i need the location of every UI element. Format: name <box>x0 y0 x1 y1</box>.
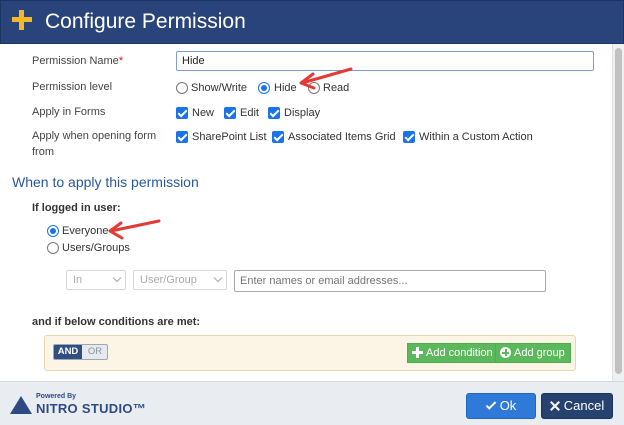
dialog-title: Configure Permission <box>45 10 246 33</box>
chevron-down-icon <box>213 273 223 283</box>
checkbox-sharepoint-list-label: SharePoint List <box>192 131 267 143</box>
checkbox-new[interactable] <box>176 107 188 119</box>
close-icon <box>550 401 560 411</box>
checkbox-display-label: Display <box>284 107 321 119</box>
required-mark: * <box>118 55 124 67</box>
add-condition-button[interactable]: Add condition <box>407 343 499 363</box>
checkbox-associated-items-grid-label: Associated Items Grid <box>288 131 396 143</box>
nitro-logo-icon <box>10 396 32 414</box>
annotation-arrow <box>299 67 353 90</box>
plus-icon <box>11 9 33 31</box>
type-select-value: User/Group <box>140 274 197 286</box>
add-condition-label: Add condition <box>426 347 493 359</box>
checkbox-display[interactable] <box>268 107 280 119</box>
operator-select[interactable]: In <box>66 270 126 290</box>
conditions-label: and if below conditions are met: <box>32 316 201 328</box>
brand-name: NITRO STUDIO™ <box>36 401 147 416</box>
permission-level-label: Permission level <box>32 81 113 93</box>
powered-by-text: Powered By <box>36 393 77 400</box>
radio-show-write-label: Show/Write <box>191 82 248 94</box>
plus-icon <box>412 347 423 358</box>
ok-button[interactable]: Ok <box>466 393 536 419</box>
add-group-button[interactable]: Add group <box>495 343 571 363</box>
add-group-label: Add group <box>514 347 565 359</box>
and-or-toggle[interactable]: AND OR <box>53 344 108 360</box>
apply-in-forms-label: Apply in Forms <box>32 106 106 118</box>
type-select[interactable]: User/Group <box>133 270 227 290</box>
cancel-button[interactable]: Cancel <box>541 393 613 419</box>
checkbox-within-custom-action[interactable] <box>403 131 415 143</box>
toggle-and[interactable]: AND <box>54 345 82 359</box>
scrollbar-thumb[interactable] <box>615 48 622 374</box>
checkbox-sharepoint-list[interactable] <box>176 131 188 143</box>
nitro-studio-logo: Powered By NITRO STUDIO™ <box>10 392 160 422</box>
radio-users-groups[interactable] <box>47 242 59 254</box>
annotation-arrow <box>108 219 161 240</box>
section-title-when-to-apply: When to apply this permission <box>12 174 199 190</box>
checkbox-edit[interactable] <box>224 107 236 119</box>
checkmark-icon <box>485 399 496 410</box>
apply-opening-label: Apply when opening form <box>32 130 157 142</box>
dialog-title-bar: Configure Permission <box>0 0 624 44</box>
radio-hide[interactable] <box>258 82 270 94</box>
toggle-or[interactable]: OR <box>82 345 107 359</box>
ok-label: Ok <box>499 398 517 413</box>
dialog-footer: Powered By NITRO STUDIO™ Ok Cancel <box>0 381 624 425</box>
chevron-down-icon <box>112 273 122 283</box>
radio-users-groups-label: Users/Groups <box>62 242 130 254</box>
radio-show-write[interactable] <box>176 82 188 94</box>
people-picker-input[interactable] <box>234 270 546 292</box>
conditions-box: AND OR Add condition Add group <box>44 335 576 371</box>
cancel-label: Cancel <box>563 398 605 413</box>
permission-name-input[interactable] <box>176 51 594 71</box>
scrollbar[interactable] <box>612 44 624 381</box>
operator-select-value: In <box>73 274 83 286</box>
radio-everyone[interactable] <box>47 225 59 237</box>
checkbox-within-custom-action-label: Within a Custom Action <box>419 131 533 143</box>
plus-circle-icon <box>500 347 511 358</box>
checkbox-edit-label: Edit <box>240 107 259 119</box>
radio-everyone-label: Everyone <box>62 225 109 237</box>
logged-in-label: If logged in user: <box>32 202 121 214</box>
checkbox-new-label: New <box>192 107 215 119</box>
checkbox-associated-items-grid[interactable] <box>272 131 284 143</box>
apply-opening-label-from: from <box>32 146 54 158</box>
permission-name-label: Permission Name* <box>32 55 124 67</box>
